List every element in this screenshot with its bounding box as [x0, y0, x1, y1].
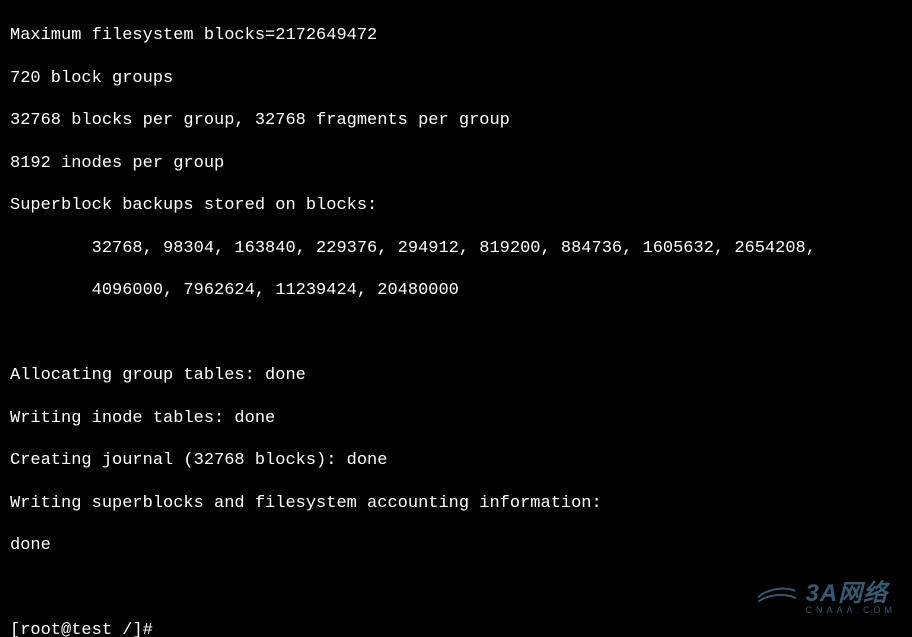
- mkfs-line: Allocating group tables: done: [10, 365, 902, 386]
- mkfs-line: 4096000, 7962624, 11239424, 20480000: [10, 280, 902, 301]
- mkfs-line: 720 block groups: [10, 68, 902, 89]
- mkfs-line: done: [10, 535, 902, 556]
- mkfs-line: Maximum filesystem blocks=2172649472: [10, 25, 902, 46]
- mkfs-line: Superblock backups stored on blocks:: [10, 195, 902, 216]
- terminal-window[interactable]: Maximum filesystem blocks=2172649472 720…: [0, 0, 912, 637]
- mkfs-line: Writing inode tables: done: [10, 408, 902, 429]
- mkfs-line: Creating journal (32768 blocks): done: [10, 450, 902, 471]
- blank-line: [10, 323, 902, 344]
- mkfs-line: 32768, 98304, 163840, 229376, 294912, 81…: [10, 238, 902, 259]
- mkfs-line: 32768 blocks per group, 32768 fragments …: [10, 110, 902, 131]
- mkfs-line: Writing superblocks and filesystem accou…: [10, 493, 902, 514]
- blank-line: [10, 578, 902, 599]
- shell-prompt: [root@test /]#: [10, 620, 902, 637]
- mkfs-line: 8192 inodes per group: [10, 153, 902, 174]
